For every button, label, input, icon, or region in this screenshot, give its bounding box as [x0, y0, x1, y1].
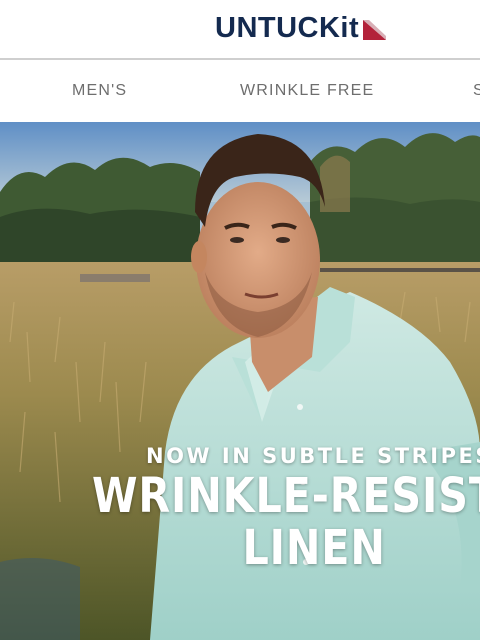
nav-item-partial[interactable]: S [473, 82, 480, 100]
hero-banner[interactable]: NOW IN SUBTLE STRIPES WRINKLE-RESISTANT … [0, 122, 480, 640]
category-nav: MEN'S WRINKLE FREE S [0, 62, 480, 122]
nav-item-mens[interactable]: MEN'S [72, 82, 127, 100]
brand-flag-icon [363, 20, 387, 40]
hero-headline-line2: LINEN [242, 520, 386, 576]
brand-logo[interactable]: UNTUCKit [215, 10, 387, 46]
hero-eyebrow: NOW IN SUBTLE STRIPES [146, 444, 480, 468]
nav-item-wrinkle-free[interactable]: WRINKLE FREE [240, 82, 374, 100]
hero-headline-line1: WRINKLE-RESISTANT [92, 468, 480, 524]
hero-headline: WRINKLE-RESISTANT LINEN [92, 470, 480, 576]
brand-logo-text: UNTUCKit [215, 11, 360, 44]
site-header: UNTUCKit [0, 0, 480, 60]
